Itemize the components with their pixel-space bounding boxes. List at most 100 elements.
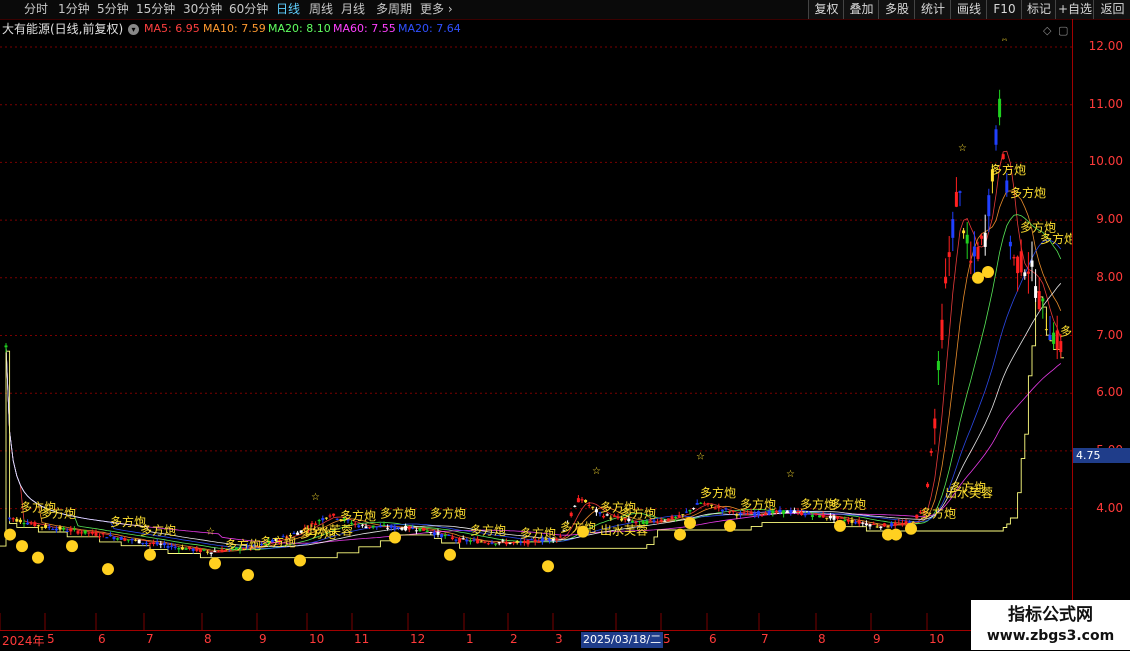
ma-legend-0: MA5: 6.95 xyxy=(144,22,200,35)
candle-body xyxy=(760,514,764,516)
window-icon[interactable]: ▢ xyxy=(1058,24,1068,37)
candle-body xyxy=(324,517,328,519)
toolbar-action-6[interactable]: 标记 xyxy=(1021,0,1056,19)
candle-body xyxy=(724,508,728,510)
candle-body xyxy=(872,523,876,525)
diamond-icon[interactable]: ◇ xyxy=(1043,24,1051,37)
candle-body xyxy=(713,508,717,510)
date-tick-label: 7 xyxy=(761,632,769,646)
candle-body xyxy=(497,542,501,544)
candle-body xyxy=(674,516,678,519)
period-tab-4[interactable]: 30分钟 xyxy=(183,1,222,18)
date-tick-label: 11 xyxy=(354,632,370,646)
period-tab-2[interactable]: 5分钟 xyxy=(97,1,129,18)
candle-body xyxy=(576,498,580,503)
candle-body xyxy=(915,514,919,519)
candle-body xyxy=(58,526,62,530)
date-tick-label: 12 xyxy=(410,632,426,646)
candle-body xyxy=(710,504,714,506)
candle-body xyxy=(33,522,37,527)
candlestick-chart[interactable]: 多方炮多方炮多方炮多方炮多方炮多方炮多方炮多方炮 多方炮 多方炮多方炮 多方炮 多方炮多… xyxy=(0,38,1072,630)
candle-body xyxy=(11,518,15,520)
ma-line xyxy=(5,214,1062,551)
candle-body xyxy=(882,523,886,527)
candle-body xyxy=(54,528,58,531)
candle-body xyxy=(461,538,465,540)
candle-body xyxy=(832,515,836,520)
star-icon: ☆ xyxy=(1000,38,1009,44)
toolbar-action-0[interactable]: 复权 xyxy=(808,0,844,19)
period-tab-10[interactable]: 更多 › xyxy=(420,1,453,18)
signal-label: 多方炮 xyxy=(1040,231,1072,246)
candle-body xyxy=(753,513,757,516)
candle-body xyxy=(569,512,573,517)
candle-body xyxy=(652,520,656,522)
sad-face-icon xyxy=(542,560,554,573)
period-tab-9[interactable]: 多周期 xyxy=(376,1,412,18)
period-tab-8[interactable]: 月线 xyxy=(341,1,365,18)
candle-body xyxy=(1048,334,1052,340)
candle-body xyxy=(580,499,584,501)
toolbar-action-1[interactable]: 叠加 xyxy=(843,0,879,19)
candle-body xyxy=(162,543,166,546)
toolbar-action-5[interactable]: F10 xyxy=(986,0,1022,19)
candle-body xyxy=(1016,256,1020,274)
candle-body xyxy=(785,510,789,513)
ma-line xyxy=(5,239,1062,549)
period-tab-6[interactable]: 日线 xyxy=(276,1,300,18)
signal-label: 多方炮 xyxy=(380,505,416,520)
period-tab-1[interactable]: 1分钟 xyxy=(58,1,90,18)
candle-body xyxy=(440,534,444,538)
candle-body xyxy=(864,523,868,526)
period-tab-3[interactable]: 15分钟 xyxy=(136,1,175,18)
period-tab-7[interactable]: 周线 xyxy=(309,1,333,18)
sad-face-icon xyxy=(209,557,221,570)
signal-label: 出水芙蓉 xyxy=(945,486,993,500)
candle-body xyxy=(479,541,483,543)
candle-body xyxy=(638,520,642,522)
ma-line xyxy=(5,345,1062,544)
toolbar-action-2[interactable]: 多股 xyxy=(878,0,915,19)
legend-collapse-icon[interactable]: ▾ xyxy=(128,24,139,35)
toolbar-action-3[interactable]: 统计 xyxy=(914,0,951,19)
date-tick-label: 9 xyxy=(259,632,267,646)
candle-body xyxy=(1044,329,1048,331)
candle-body xyxy=(735,514,739,516)
candle-body xyxy=(80,532,84,534)
watermark: 指标公式网 www.zbgs3.com xyxy=(971,600,1130,650)
candle-body xyxy=(8,517,12,519)
candle-body xyxy=(926,483,930,487)
star-icon: ☆ xyxy=(958,143,967,154)
date-tick-label: 6 xyxy=(709,632,717,646)
candle-body xyxy=(220,549,224,553)
candle-body xyxy=(843,519,847,521)
candle-body xyxy=(371,525,375,528)
candle-body xyxy=(656,521,660,523)
period-tab-5[interactable]: 60分钟 xyxy=(229,1,268,18)
support-step-line xyxy=(0,291,1065,559)
candle-body xyxy=(360,524,364,526)
candle-body xyxy=(126,539,130,541)
candle-body xyxy=(65,530,69,532)
signal-label: 多方炮 xyxy=(830,497,866,512)
candle-body xyxy=(602,515,606,518)
candle-body xyxy=(818,515,822,518)
candle-body xyxy=(134,539,138,541)
candle-body xyxy=(825,517,829,519)
toolbar-action-4[interactable]: 画线 xyxy=(950,0,987,19)
price-tick-label: 10.00 xyxy=(1088,154,1123,169)
candle-body xyxy=(515,541,519,543)
candle-body xyxy=(76,531,80,534)
candle-body xyxy=(839,517,843,519)
ma-line xyxy=(5,150,1062,553)
candle-body xyxy=(681,514,685,516)
candle-body xyxy=(1026,271,1030,274)
candle-body xyxy=(688,509,692,512)
toolbar-action-7[interactable]: +自选 xyxy=(1055,0,1094,19)
candle-body xyxy=(494,543,498,545)
period-tab-0[interactable]: 分时 xyxy=(24,1,48,18)
date-tick-label: 8 xyxy=(818,632,826,646)
candle-body xyxy=(188,546,192,549)
candle-body xyxy=(123,538,127,541)
toolbar-action-8[interactable]: 返回 xyxy=(1093,0,1130,19)
